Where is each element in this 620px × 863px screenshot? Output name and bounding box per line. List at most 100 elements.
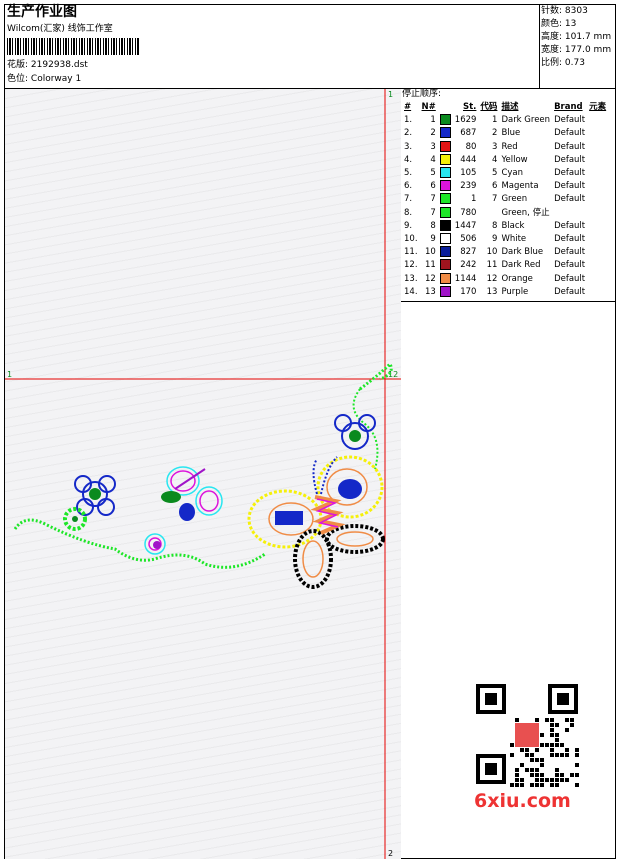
row-index: 13. [404,273,418,284]
qr-module [565,718,569,722]
color-swatch [439,206,451,218]
row-index: 8. [404,207,413,218]
qr-module [520,763,524,767]
row-element [587,233,608,246]
guide-label-top: 1 [388,90,393,99]
col-brand: Brand [554,102,583,113]
row-element [587,259,608,272]
row-brand: Default [554,141,586,152]
color-swatch [439,114,451,126]
row-desc: Purple [501,286,529,297]
table-row: 14. 13 170 13 Purple Default [402,285,608,299]
qr-module [575,783,579,787]
row-code: 7 [492,194,498,205]
row-brand: Default [554,286,586,297]
row-brand: Default [554,115,586,126]
row-index: 14. [404,286,418,297]
qr-module [575,763,579,767]
vine-left [13,518,266,569]
row-element [587,220,608,233]
company-name: Wilcom(汇家) 线饰工作室 [7,24,113,34]
row-index: 10. [404,233,418,244]
row-index: 7. [404,194,413,205]
qr-module [530,758,534,762]
qr-module [535,783,539,787]
col-code: 代码 [480,102,498,113]
qr-module [565,753,569,757]
qr-module [510,743,514,747]
color-swatch [439,167,451,179]
qr-module [520,778,524,782]
qr-module [560,743,564,747]
row-needle: 1 [430,115,436,126]
row-code: 8 [492,220,498,231]
qr-module [575,748,579,752]
qr-module [530,783,534,787]
color-swatch [439,272,451,284]
qr-module [570,723,574,727]
watermark-site: 6xiu.com [474,790,571,812]
row-brand: Default [554,273,586,284]
spec-stitches: 针数: 8303 [541,6,588,16]
table-row: 10. 9 506 9 White Default [402,232,608,246]
row-stitches: 1144 [454,273,477,284]
row-brand: Default [554,220,586,231]
stop-sequence-title: 停止顺序: [402,89,442,99]
row-index: 2. [404,128,413,139]
qr-module [565,778,569,782]
qr-module [525,753,529,757]
qr-module [550,748,554,752]
row-brand: Default [554,194,586,205]
qr-module [550,743,554,747]
row-code: 4 [492,154,498,165]
qr-module [510,783,514,787]
row-swatch [438,140,453,154]
row-index: 3. [404,141,413,152]
qr-module [550,778,554,782]
row-brand: Default [554,128,586,139]
row-swatch [438,114,453,127]
row-code: 6 [492,181,498,192]
row-stitches: 1629 [454,115,477,126]
row-element [587,193,608,206]
row-brand [552,207,587,220]
qr-module [535,748,539,752]
row-desc: Magenta [501,181,539,192]
row-desc: Orange [501,273,533,284]
row-desc: Dark Green [501,115,551,126]
qr-module [520,748,524,752]
qr-code-graphic [470,678,585,790]
qr-module [525,748,529,752]
row-index: 1. [404,115,413,126]
row-stitches: 827 [460,247,477,258]
color-swatch [439,246,451,258]
row-element [587,127,608,140]
qr-code [470,678,585,790]
row-desc: Cyan [501,168,523,179]
col-needle: N# [421,102,436,113]
table-row: 13. 12 1144 12 Orange Default [402,272,608,285]
row-desc: White [501,233,527,244]
row-desc: Dark Red [501,260,541,271]
color-swatch [439,219,451,231]
specs-panel: 针数: 8303 颜色: 13 高度: 101.7 mm 宽度: 177.0 m… [541,5,611,70]
qr-module [535,778,539,782]
qr-module [515,773,519,777]
row-needle: 8 [430,220,436,231]
row-needle: 3 [430,141,436,152]
qr-module [555,733,559,737]
qr-module [530,768,534,772]
row-needle: 12 [424,273,436,284]
color-rows: 1. 1 1629 1 Dark Green Default 2. 2 687 2 Blue Defa… [402,114,608,299]
table-row: 3. 3 80 3 Red Default [402,140,608,154]
spec-width: 宽度: 177.0 mm [541,45,612,55]
row-swatch [438,127,453,140]
flower-green-small [63,507,87,531]
row-desc: Yellow [501,154,528,165]
row-stitches: 506 [460,233,477,244]
row-index: 4. [404,154,413,165]
qr-module [530,753,534,757]
row-code: 2 [492,128,498,139]
row-needle: 7 [430,194,436,205]
qr-module [550,728,554,732]
